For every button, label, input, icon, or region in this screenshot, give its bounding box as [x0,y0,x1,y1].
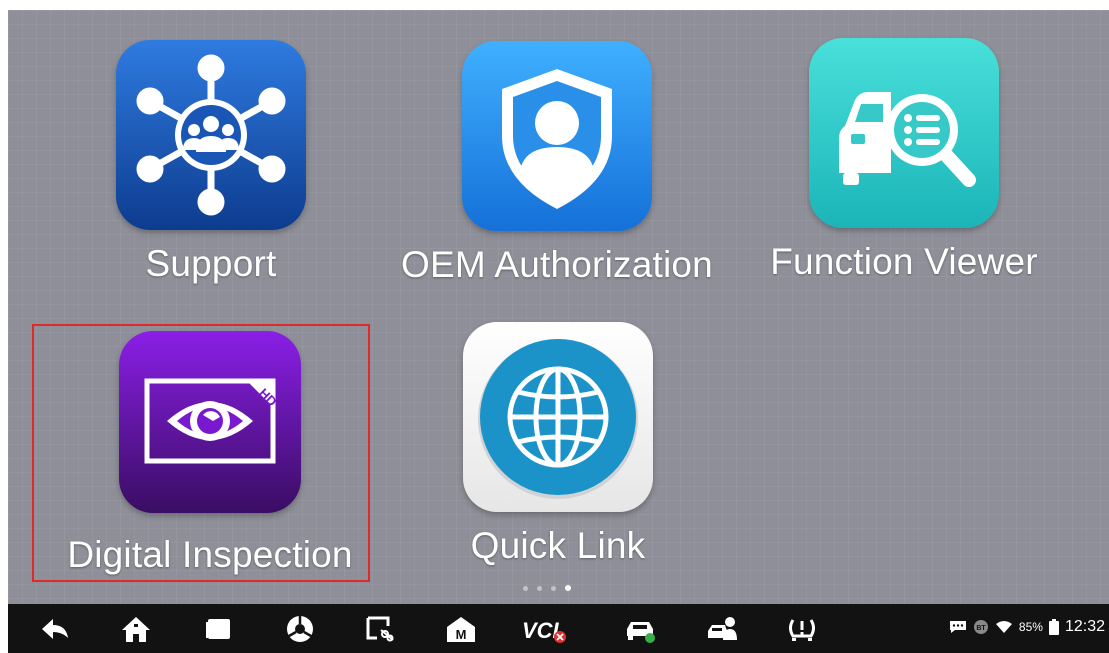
browser-button[interactable] [280,612,320,646]
vci-button[interactable]: VCI [519,612,569,646]
screenshot-button[interactable] [360,612,400,646]
clock: 12:32 [1064,618,1105,635]
screenshot-icon [366,616,394,642]
recent-apps-button[interactable] [198,612,238,646]
battery-icon [1048,619,1059,635]
digital-inspection-eye-icon: HD [119,331,301,513]
page-dot-active[interactable] [565,585,571,591]
bluetooth-status-icon: BT [973,620,988,634]
maxifix-icon: M [447,617,475,642]
bt-label: BT [976,625,986,632]
back-icon [42,619,68,639]
page-dot[interactable] [537,585,542,591]
page-dot[interactable] [523,585,528,591]
shop-manager-button[interactable] [702,612,742,646]
tpms-warning-icon [789,619,815,641]
app-label: Quick Link [470,525,646,566]
system-navigation-bar: M VCI BT 85% 12:32 [8,604,1109,653]
battery-percent: 85% [1018,620,1043,634]
globe-icon [463,322,653,512]
vci-text: VCI [522,618,560,643]
tablet-screen: Support OEM Authorization Function Viewe… [0,0,1109,653]
tpms-button[interactable] [782,612,822,646]
support-network-icon [116,40,306,230]
home-icon [122,617,150,642]
vci-icon: VCI [522,618,566,643]
app-label: Function Viewer [770,241,1038,282]
message-icon [949,621,966,633]
page-dot[interactable] [551,585,556,591]
shop-manager-icon [708,617,737,640]
app-quick-link[interactable]: Quick Link [393,322,723,572]
app-oem-authorization[interactable]: OEM Authorization [392,41,722,291]
recent-apps-icon [206,619,230,639]
vehicle-icon [627,622,655,643]
oem-shield-user-icon [462,41,652,231]
maxifix-letter: M [456,627,467,642]
app-digital-inspection[interactable]: HD Digital Inspection [45,331,375,581]
app-label: Digital Inspection [67,534,353,575]
status-bar: BT 85% 12:32 [949,618,1105,636]
maxifix-button[interactable]: M [441,612,481,646]
app-label: OEM Authorization [401,244,713,285]
app-support[interactable]: Support [46,40,376,290]
app-function-viewer[interactable]: Function Viewer [739,38,1069,288]
page-indicator [523,585,571,591]
app-label: Support [145,243,277,284]
wifi-icon [995,621,1012,633]
home-button[interactable] [116,612,156,646]
browser-icon [287,616,313,642]
function-viewer-car-search-icon [809,38,999,228]
back-button[interactable] [35,612,75,646]
vehicle-button[interactable] [620,612,660,646]
